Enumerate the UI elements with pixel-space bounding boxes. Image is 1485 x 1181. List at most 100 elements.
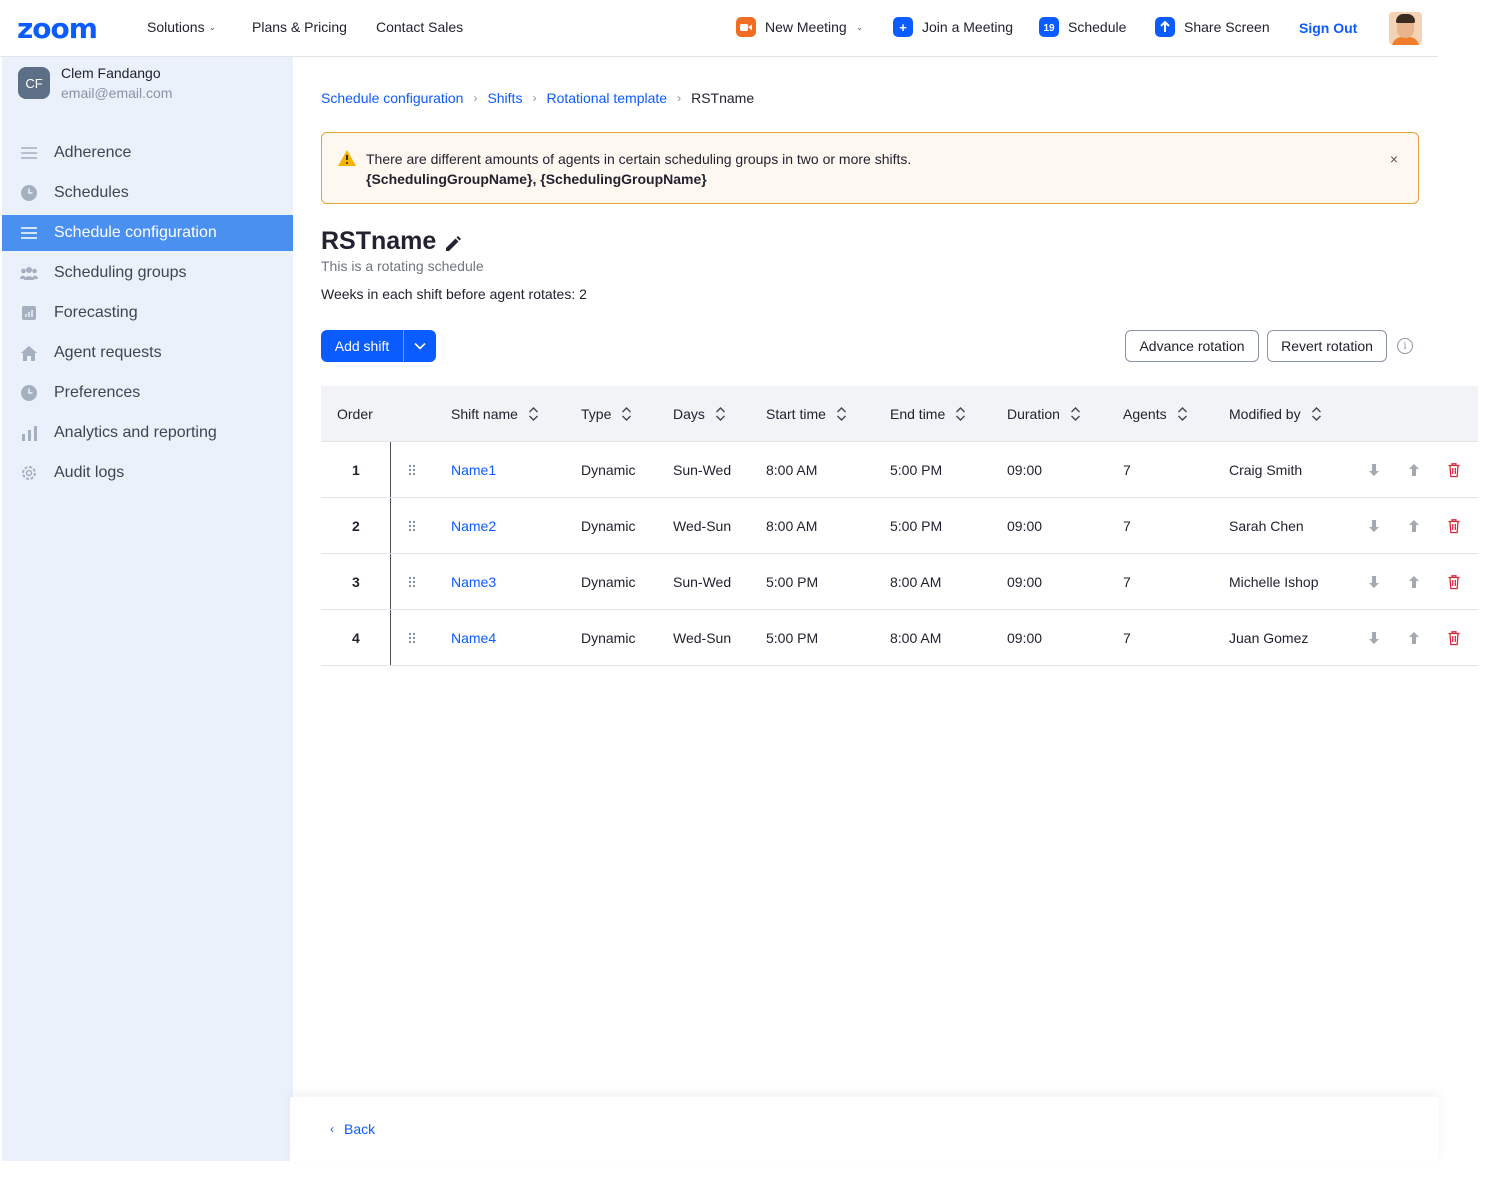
move-down-icon[interactable] bbox=[1367, 518, 1381, 534]
add-shift-dropdown[interactable] bbox=[404, 330, 436, 362]
cell-agents: 7 bbox=[1123, 630, 1131, 646]
new-meeting-button[interactable]: New Meeting ⌄ bbox=[736, 17, 863, 37]
trash-icon[interactable] bbox=[1447, 518, 1461, 534]
move-up-icon[interactable] bbox=[1407, 518, 1421, 534]
add-shift-button[interactable]: Add shift bbox=[321, 330, 404, 362]
chevron-left-icon: ‹ bbox=[330, 1122, 334, 1136]
chevron-down-icon: ⌄ bbox=[208, 21, 217, 32]
sidebar-item-audit-logs[interactable]: Audit logs bbox=[2, 455, 293, 491]
sort-icon bbox=[956, 407, 966, 421]
cell-end-time: 8:00 AM bbox=[890, 630, 942, 646]
chevron-right-icon: › bbox=[677, 91, 682, 105]
cell-modified-by: Juan Gomez bbox=[1229, 630, 1309, 646]
cell-start-time: 5:00 PM bbox=[766, 630, 819, 646]
sidebar-item-preferences[interactable]: Preferences bbox=[2, 375, 293, 411]
sidebar-item-agent-requests[interactable]: Agent requests bbox=[2, 335, 293, 371]
drag-handle-icon[interactable] bbox=[408, 464, 416, 476]
header-type[interactable]: Type bbox=[581, 406, 632, 422]
nav-contact-sales[interactable]: Contact Sales bbox=[376, 19, 463, 35]
join-meeting-button[interactable]: + Join a Meeting bbox=[893, 17, 1013, 37]
header-start-time[interactable]: Start time bbox=[766, 406, 847, 422]
cell-days: Sun-Wed bbox=[673, 462, 732, 478]
table-row: 4 Name4 Dynamic Wed-Sun 5:00 PM 8:00 AM 09:00 7… bbox=[321, 610, 1478, 666]
sidebar-item-scheduling-groups[interactable]: Scheduling groups bbox=[2, 255, 293, 291]
nav-plans-pricing[interactable]: Plans & Pricing bbox=[252, 19, 347, 35]
shift-name-link[interactable]: Name2 bbox=[451, 518, 496, 534]
sidebar-item-schedule-configuration[interactable]: Schedule configuration bbox=[2, 215, 293, 251]
back-label: Back bbox=[344, 1121, 376, 1137]
header-shift-name[interactable]: Shift name bbox=[451, 406, 539, 422]
header-end-time[interactable]: End time bbox=[890, 406, 966, 422]
cell-end-time: 5:00 PM bbox=[890, 462, 943, 478]
move-down-icon[interactable] bbox=[1367, 462, 1381, 478]
nav-solutions[interactable]: Solutions ⌄ bbox=[147, 19, 216, 35]
share-screen-button[interactable]: Share Screen bbox=[1155, 17, 1270, 37]
shift-name-link[interactable]: Name1 bbox=[451, 462, 496, 478]
sidebar-item-label: Schedules bbox=[54, 184, 129, 201]
back-button[interactable]: ‹ Back bbox=[330, 1121, 375, 1137]
move-down-icon[interactable] bbox=[1367, 574, 1381, 590]
trash-icon[interactable] bbox=[1447, 462, 1461, 478]
app-root: zoom Solutions ⌄ Plans & Pricing Contact… bbox=[0, 0, 1485, 1181]
cell-agents: 7 bbox=[1123, 462, 1131, 478]
cell-order: 4 bbox=[352, 630, 360, 646]
move-up-icon[interactable] bbox=[1407, 574, 1421, 590]
revert-rotation-button[interactable]: Revert rotation bbox=[1267, 330, 1387, 362]
sort-icon bbox=[715, 407, 725, 421]
schedule-button[interactable]: 19 Schedule bbox=[1039, 17, 1126, 37]
advance-rotation-button[interactable]: Advance rotation bbox=[1125, 330, 1259, 362]
cell-type: Dynamic bbox=[581, 630, 636, 646]
cell-duration: 09:00 bbox=[1007, 462, 1043, 478]
sign-out-link[interactable]: Sign Out bbox=[1299, 20, 1357, 36]
info-icon[interactable]: i bbox=[1397, 338, 1413, 354]
shift-name-link[interactable]: Name3 bbox=[451, 574, 496, 590]
cell-order: 2 bbox=[352, 518, 360, 534]
cell-start-time: 5:00 PM bbox=[766, 574, 819, 590]
pencil-icon[interactable] bbox=[444, 235, 462, 253]
alert-groups: {SchedulingGroupName}, {SchedulingGroupN… bbox=[366, 171, 707, 187]
sidebar-item-adherence[interactable]: Adherence bbox=[2, 135, 293, 171]
header-modified-by[interactable]: Modified by bbox=[1229, 406, 1322, 422]
page-title: RSTname bbox=[321, 227, 437, 255]
breadcrumb-rotational-template[interactable]: Rotational template bbox=[546, 90, 667, 106]
move-down-icon[interactable] bbox=[1367, 630, 1381, 646]
close-icon[interactable]: × bbox=[1390, 151, 1398, 167]
top-nav: zoom Solutions ⌄ Plans & Pricing Contact… bbox=[0, 0, 1438, 57]
sort-icon bbox=[1177, 407, 1187, 421]
drag-handle-icon[interactable] bbox=[408, 632, 416, 644]
trash-icon[interactable] bbox=[1447, 630, 1461, 646]
zoom-logo[interactable]: zoom bbox=[17, 12, 98, 45]
sidebar-item-label: Audit logs bbox=[54, 464, 125, 481]
plus-icon: + bbox=[893, 17, 913, 37]
table-row: 1 Name1 Dynamic Sun-Wed 8:00 AM 5:00 PM 09:00 7… bbox=[321, 442, 1478, 498]
move-up-icon[interactable] bbox=[1407, 630, 1421, 646]
header-agents[interactable]: Agents bbox=[1123, 406, 1188, 422]
drag-handle-icon[interactable] bbox=[408, 520, 416, 532]
sort-icon bbox=[1311, 407, 1321, 421]
header-duration[interactable]: Duration bbox=[1007, 406, 1081, 422]
table-header: Order Shift name Type Days Start time En… bbox=[321, 386, 1478, 442]
sidebar-item-forecasting[interactable]: Forecasting bbox=[2, 295, 293, 331]
bar-chart-icon bbox=[20, 424, 38, 442]
trash-icon[interactable] bbox=[1447, 574, 1461, 590]
chevron-down-icon bbox=[414, 342, 426, 350]
breadcrumb-schedule-configuration[interactable]: Schedule configuration bbox=[321, 90, 463, 106]
header-days[interactable]: Days bbox=[673, 406, 726, 422]
breadcrumb-shifts[interactable]: Shifts bbox=[487, 90, 522, 106]
table-row: 2 Name2 Dynamic Wed-Sun 8:00 AM 5:00 PM 09:00 7… bbox=[321, 498, 1478, 554]
sidebar-item-analytics-reporting[interactable]: Analytics and reporting bbox=[2, 415, 293, 451]
sidebar-item-schedules[interactable]: Schedules bbox=[2, 175, 293, 211]
header-order: Order bbox=[337, 406, 373, 422]
chevron-right-icon: › bbox=[532, 91, 537, 105]
cell-modified-by: Michelle Ishop bbox=[1229, 574, 1319, 590]
drag-handle-icon[interactable] bbox=[408, 576, 416, 588]
move-up-icon[interactable] bbox=[1407, 462, 1421, 478]
video-camera-icon bbox=[736, 17, 756, 37]
sidebar-item-label: Preferences bbox=[54, 384, 141, 401]
cell-modified-by: Craig Smith bbox=[1229, 462, 1303, 478]
add-shift-split-button: Add shift bbox=[321, 330, 436, 362]
weeks-rotation-text: Weeks in each shift before agent rotates… bbox=[321, 286, 587, 302]
shift-name-link[interactable]: Name4 bbox=[451, 630, 496, 646]
user-name: Clem Fandango bbox=[61, 65, 161, 81]
user-avatar[interactable] bbox=[1389, 12, 1422, 45]
